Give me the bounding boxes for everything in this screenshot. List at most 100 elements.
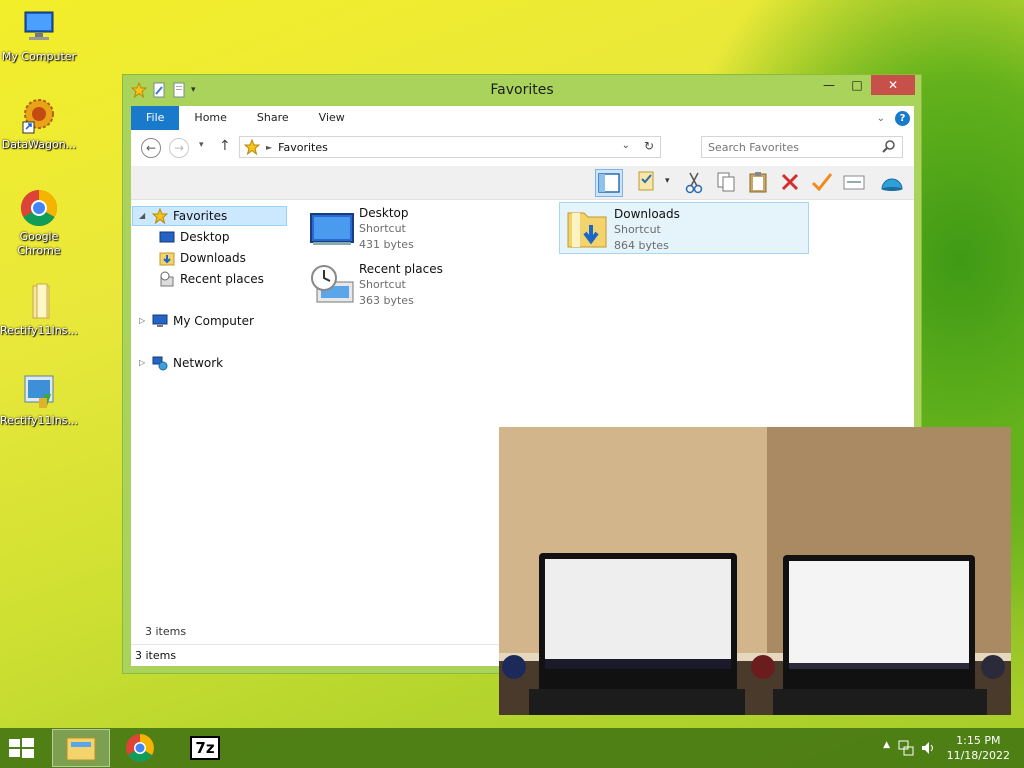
expand-arrow-icon[interactable]: ◢ (139, 206, 147, 226)
desktop-icon-label: My Computer (1, 50, 77, 63)
delete-button[interactable] (777, 169, 805, 197)
nav-item-label: Recent places (180, 272, 264, 286)
nav-item-desktop[interactable]: Desktop (159, 227, 230, 247)
recent-places-icon (311, 265, 354, 303)
address-field[interactable]: ► Favorites ⌄ ↻ (239, 136, 661, 158)
file-item-downloads[interactable]: Downloads Shortcut 864 bytes (559, 202, 809, 254)
nav-item-downloads[interactable]: Downloads (159, 248, 246, 268)
search-box[interactable] (701, 136, 903, 158)
file-item-recent-places[interactable]: Recent places Shortcut 363 bytes (305, 258, 555, 310)
select-button[interactable] (633, 169, 661, 197)
forward-button[interactable]: → (169, 138, 189, 158)
title-bar[interactable]: ▾ Favorites — □ ✕ (123, 75, 921, 105)
desktop-icon-label: Rectify11Ins... (0, 414, 78, 427)
expand-arrow-icon[interactable]: ▷ (139, 311, 147, 331)
command-toolbar: ▾ (131, 166, 914, 200)
clock[interactable]: 1:15 PM 11/18/2022 (947, 733, 1010, 763)
laptop-left (529, 553, 745, 715)
datawagon-icon (19, 96, 59, 136)
nav-item-my-computer[interactable]: ▷ My Computer (139, 311, 254, 331)
checkmark-icon (811, 173, 833, 192)
minimize-button[interactable]: — (815, 75, 843, 95)
breadcrumb[interactable]: Favorites (278, 141, 328, 154)
expand-ribbon-icon[interactable]: ⌄ (877, 113, 885, 124)
up-arrow-icon[interactable]: ↑ (219, 138, 231, 154)
scissors-icon (685, 172, 703, 194)
computer-icon (152, 314, 168, 327)
desktop-icon-rectify-installer[interactable]: Rectify11Ins... (0, 372, 78, 428)
tab-file[interactable]: File (131, 106, 180, 130)
status-text: 3 items (135, 649, 177, 662)
paste-button[interactable] (745, 169, 773, 197)
clipboard-icon (749, 172, 767, 193)
nav-item-network[interactable]: ▷ Network (139, 353, 223, 373)
start-button[interactable] (6, 735, 40, 761)
properties-icon (843, 175, 865, 190)
tab-home[interactable]: Home (179, 106, 241, 130)
star-icon (152, 208, 168, 224)
folder-icon (19, 282, 59, 322)
nav-item-label: My Computer (173, 314, 254, 328)
desktop-icon-label: Google Chrome (17, 230, 61, 257)
desktop-icon (310, 213, 354, 245)
taskbar-file-explorer[interactable] (52, 729, 110, 767)
laptops-photo (499, 427, 1011, 715)
7zip-label: 7z (195, 739, 215, 757)
file-name: Recent places (359, 262, 443, 276)
taskbar: 7z ▲ 1:15 PM 11/18/2022 (0, 728, 1024, 768)
properties-button[interactable] (841, 169, 869, 197)
desktop-icon-rectify-folder[interactable]: Rectify11Ins... (0, 282, 78, 338)
file-explorer-icon (66, 737, 96, 761)
copy-icon (717, 172, 735, 192)
desktop-icon-datawagon[interactable]: DataWagon... (0, 96, 78, 152)
expand-arrow-icon[interactable]: ▷ (139, 353, 147, 373)
computer-icon (19, 8, 59, 48)
nav-item-label: Downloads (180, 251, 246, 265)
network-icon[interactable] (898, 740, 914, 756)
navigation-pane: ◢ Favorites Desktop Downloads Recent pla… (131, 200, 291, 636)
search-input[interactable] (708, 137, 878, 157)
breadcrumb-separator-icon: ► (266, 142, 273, 152)
star-icon (244, 139, 260, 155)
recent-places-icon (160, 271, 174, 287)
tab-share[interactable]: Share (242, 106, 304, 130)
nav-item-recent-places[interactable]: Recent places (159, 269, 264, 289)
taskbar-chrome[interactable] (112, 729, 170, 767)
file-size: 431 bytes (359, 238, 414, 251)
cut-button[interactable] (681, 169, 709, 197)
copy-button[interactable] (713, 169, 741, 197)
installer-icon (19, 372, 59, 412)
item-count: 3 items (145, 625, 187, 638)
file-item-desktop[interactable]: Desktop Shortcut 431 bytes (305, 202, 555, 254)
camera-photo-overlay (499, 427, 1011, 715)
back-button[interactable]: ← (141, 138, 161, 158)
desktop-icon-google-chrome[interactable]: Google Chrome (0, 188, 78, 258)
preview-pane-button[interactable] (595, 169, 623, 197)
layout-icon (598, 173, 620, 193)
rename-button[interactable] (809, 169, 837, 197)
address-bar-row: ← → ▾ ↑ ► Favorites ⌄ ↻ (131, 130, 914, 166)
tab-view[interactable]: View (304, 106, 360, 130)
volume-icon[interactable] (920, 740, 936, 756)
select-dropdown-icon[interactable]: ▾ (665, 176, 670, 186)
nav-item-favorites[interactable]: ◢ Favorites (132, 206, 287, 226)
maximize-button[interactable]: □ (843, 75, 871, 95)
taskbar-7zip[interactable]: 7z (176, 729, 234, 767)
delete-icon (781, 173, 799, 191)
help-icon[interactable]: ? (895, 110, 910, 126)
globe-icon (881, 178, 903, 191)
address-dropdown-icon[interactable]: ⌄ (622, 140, 630, 151)
network-globe-button[interactable] (879, 169, 907, 197)
show-hidden-icons-button[interactable]: ▲ (883, 740, 890, 750)
file-name: Downloads (614, 207, 680, 221)
file-type: Shortcut (614, 223, 661, 236)
checklist-icon (638, 171, 654, 191)
refresh-icon[interactable]: ↻ (644, 139, 654, 153)
recent-locations-icon[interactable]: ▾ (199, 140, 204, 150)
nav-item-label: Desktop (180, 230, 230, 244)
nav-item-label: Favorites (173, 209, 228, 223)
close-button[interactable]: ✕ (871, 75, 915, 95)
clock-date: 11/18/2022 (946, 749, 1010, 762)
desktop-icon-my-computer[interactable]: My Computer (0, 8, 78, 64)
search-icon[interactable] (882, 140, 896, 154)
